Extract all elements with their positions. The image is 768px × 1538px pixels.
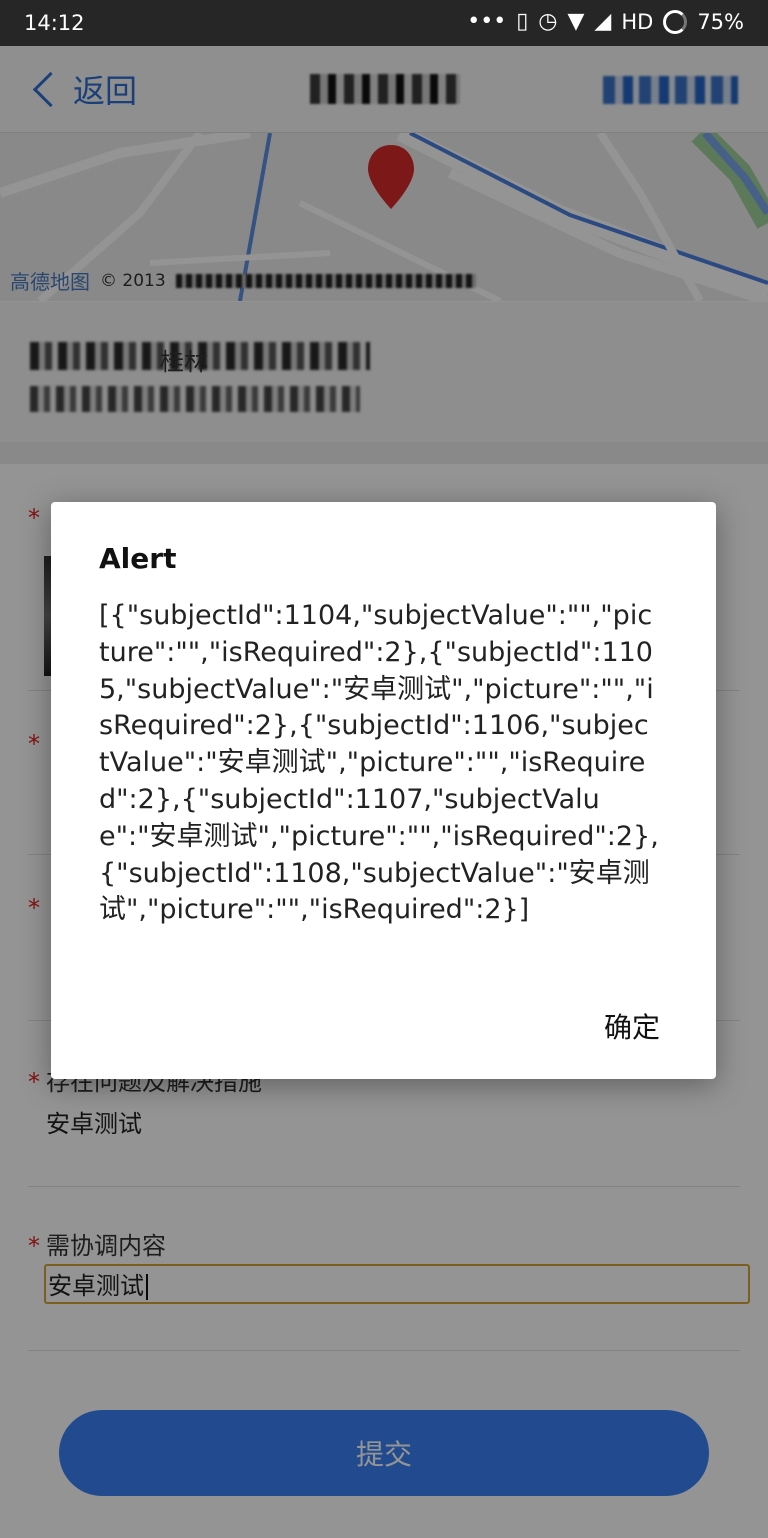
dialog-message: [{"subjectId":1104,"subjectValue":"","pi… bbox=[99, 600, 659, 926]
alert-dialog: Alert [{"subjectId":1104,"subjectValue":… bbox=[51, 502, 716, 1079]
dialog-title: Alert bbox=[99, 542, 177, 575]
vibrate-icon: ▯ bbox=[516, 9, 529, 34]
alarm-icon: ◷ bbox=[538, 9, 558, 34]
battery-icon bbox=[663, 10, 688, 34]
more-dots-icon: ••• bbox=[467, 9, 507, 34]
status-time: 14:12 bbox=[24, 11, 85, 35]
signal-icon: ◢ bbox=[594, 9, 612, 34]
status-bar: 14:12 ••• ▯ ◷ ▼ ◢ HD 75% bbox=[0, 0, 768, 46]
battery-level: 75% bbox=[697, 10, 744, 34]
wifi-icon: ▼ bbox=[567, 9, 585, 34]
app-screen: 14:12 ••• ▯ ◷ ▼ ◢ HD 75% 返回 高德地图 © 2013 … bbox=[0, 0, 768, 1538]
status-icons: ••• ▯ ◷ ▼ ◢ HD 75% bbox=[467, 8, 744, 36]
dialog-ok-button[interactable]: 确定 bbox=[604, 1006, 660, 1046]
network-type: HD bbox=[621, 10, 654, 34]
